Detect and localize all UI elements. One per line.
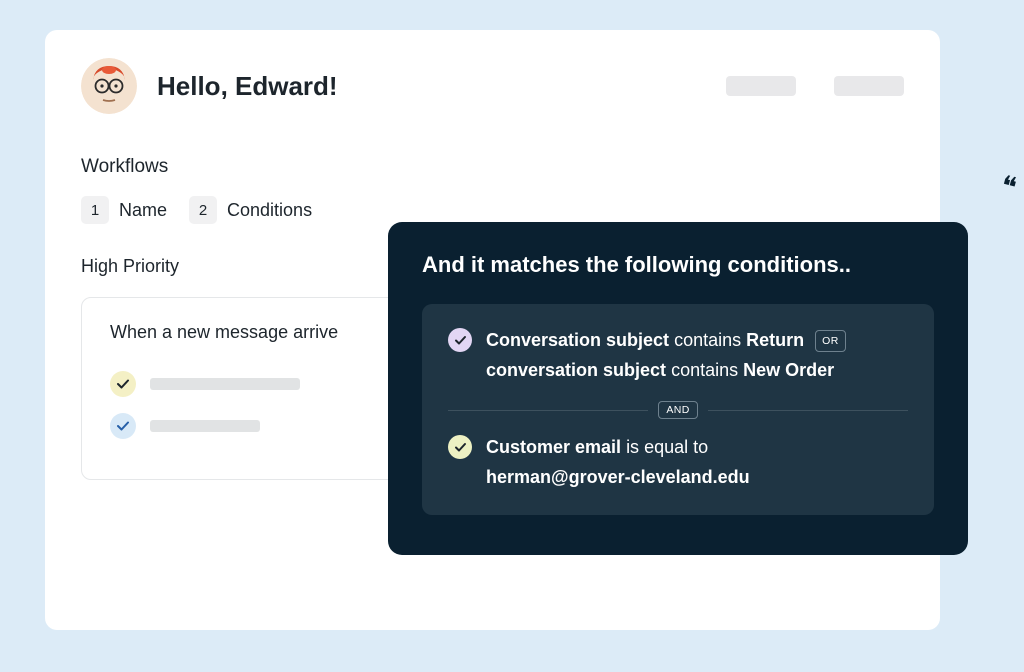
conditions-title: And it matches the following conditions.… — [422, 252, 934, 278]
operator-label: contains — [671, 360, 738, 380]
field-label: Customer email — [486, 437, 621, 457]
divider-line — [708, 410, 908, 411]
operator-label: is equal to — [626, 437, 708, 457]
and-separator: AND — [448, 401, 908, 419]
check-icon — [110, 413, 136, 439]
condition-text: Customer email is equal to herman@grover… — [486, 433, 908, 492]
workflows-heading: Workflows — [81, 156, 904, 178]
step-label: Name — [119, 200, 167, 221]
decorative-mark: ❝ — [997, 169, 1020, 205]
step-name[interactable]: 1 Name — [81, 196, 167, 224]
divider-line — [448, 410, 648, 411]
header-action-placeholder-1[interactable] — [726, 76, 796, 96]
condition-rule-2[interactable]: Customer email is equal to herman@grover… — [448, 433, 908, 492]
field-label: conversation subject — [486, 360, 666, 380]
user-avatar[interactable] — [81, 58, 137, 114]
value-label: Return — [746, 330, 804, 350]
value-label: New Order — [743, 360, 834, 380]
option-placeholder — [150, 378, 300, 390]
check-icon — [448, 435, 472, 459]
step-conditions[interactable]: 2 Conditions — [189, 196, 312, 224]
header-action-placeholder-2[interactable] — [834, 76, 904, 96]
option-placeholder — [150, 420, 260, 432]
and-chip[interactable]: AND — [658, 401, 697, 419]
greeting-text: Hello, Edward! — [157, 71, 706, 102]
conditions-panel: And it matches the following conditions.… — [388, 222, 968, 555]
step-number: 1 — [81, 196, 109, 224]
header-row: Hello, Edward! — [81, 58, 904, 114]
check-icon — [448, 328, 472, 352]
check-icon — [110, 371, 136, 397]
workflow-steps: 1 Name 2 Conditions — [81, 196, 904, 224]
field-label: Conversation subject — [486, 330, 669, 350]
condition-rule-1[interactable]: Conversation subject contains Return OR … — [448, 326, 908, 385]
conditions-box: Conversation subject contains Return OR … — [422, 304, 934, 515]
page-container: Hello, Edward! Workflows 1 Name 2 Condit… — [0, 0, 1024, 672]
condition-text: Conversation subject contains Return OR … — [486, 326, 908, 385]
value-label: herman@grover-cleveland.edu — [486, 467, 750, 487]
step-label: Conditions — [227, 200, 312, 221]
operator-label: contains — [674, 330, 741, 350]
step-number: 2 — [189, 196, 217, 224]
or-chip[interactable]: OR — [815, 330, 846, 352]
